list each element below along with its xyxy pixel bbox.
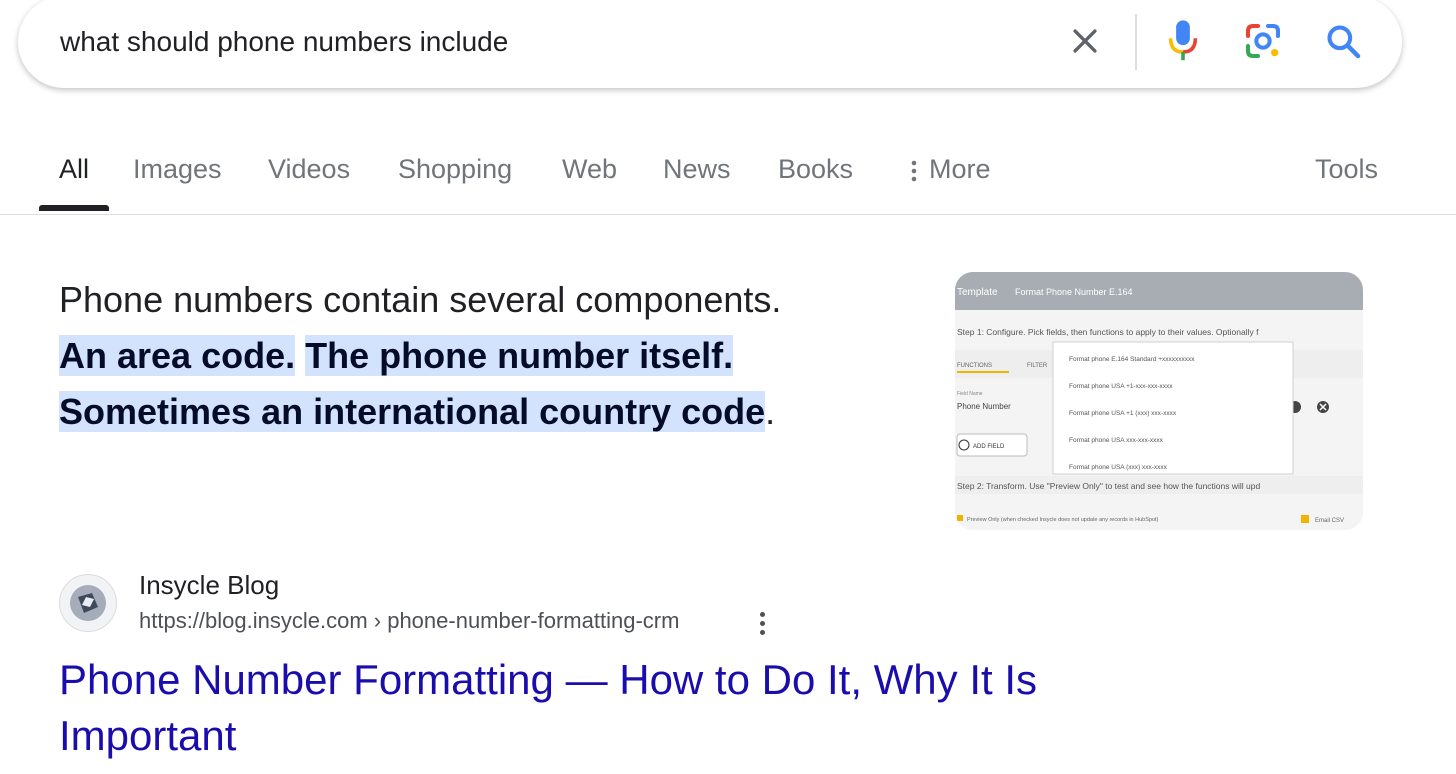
result-site-name[interactable]: Insycle Blog (139, 570, 279, 601)
answer-highlight-country-code-text: Sometimes an international country cod (59, 391, 746, 432)
search-icon[interactable] (1320, 18, 1366, 64)
tab-more-label: More (929, 154, 991, 184)
result-title-line-2: Important (59, 712, 237, 759)
lens-icon[interactable] (1240, 18, 1286, 64)
thumb-email-csv: Email CSV (1315, 518, 1344, 524)
microphone-icon[interactable] (1160, 18, 1206, 64)
thumb-menu-3: Format phone USA xxx-xxx-xxxx (1069, 437, 1164, 444)
featured-snippet-text: Phone numbers contain several components… (59, 272, 899, 440)
thumb-preview-note: Preview Only (when checked Insycle does … (967, 517, 1159, 523)
thumb-field-value: Phone Number (957, 402, 1011, 411)
answer-highlight-number: The phone number itself. (305, 335, 734, 376)
tab-images[interactable]: Images (133, 154, 222, 185)
answer-highlight-tail: e (745, 391, 766, 432)
answer-period: . (765, 391, 776, 432)
thumb-tab-filter: FILTER (1027, 363, 1048, 369)
search-bar[interactable]: what should phone numbers include (18, 0, 1402, 88)
thumb-step1: Step 1: Configure. Pick fields, then fun… (957, 327, 1259, 337)
result-url[interactable]: https://blog.insycle.com › phone-number-… (139, 608, 679, 634)
thumb-field-label: Field Name (957, 391, 983, 397)
search-divider (1135, 14, 1137, 70)
answer-highlight-area-code: An area code. (59, 335, 296, 376)
tab-all[interactable]: All (59, 154, 89, 185)
close-icon[interactable] (1062, 18, 1108, 64)
thumb-menu-4: Format phone USA (xxx) xxx-xxxx (1069, 464, 1168, 471)
answer-lead: Phone numbers contain several components… (59, 279, 782, 320)
tab-books[interactable]: Books (778, 154, 853, 185)
thumb-menu-0: Format phone E.164 Standard +xxxxxxxxxx (1069, 356, 1195, 363)
vertical-dots-icon (911, 160, 917, 182)
thumb-menu-1: Format phone USA +1-xxx-xxx-xxxx (1069, 383, 1173, 390)
tab-more[interactable]: More (911, 154, 991, 185)
result-more-options-icon[interactable] (750, 606, 774, 640)
tab-web[interactable]: Web (562, 154, 617, 185)
search-input[interactable]: what should phone numbers include (60, 26, 508, 58)
answer-highlight-country-code: Sometimes an international country code (59, 391, 766, 432)
tab-shopping[interactable]: Shopping (398, 154, 512, 185)
thumb-header-sub: Format Phone Number E.164 (1015, 287, 1133, 297)
tools-button[interactable]: Tools (1315, 154, 1378, 185)
tab-videos[interactable]: Videos (268, 154, 350, 185)
thumb-menu-2: Format phone USA +1 (xxx) xxx-xxxx (1069, 410, 1177, 417)
snippet-thumbnail-image[interactable]: Template Format Phone Number E.164 Step … (955, 272, 1363, 530)
active-tab-indicator (39, 205, 109, 211)
search-tabs: All Images Videos Shopping Web News Book… (0, 140, 1456, 215)
site-favicon (59, 574, 117, 632)
thumb-step2: Step 2: Transform. Use "Preview Only" to… (957, 481, 1260, 491)
tab-news[interactable]: News (663, 154, 731, 185)
thumb-tab-functions: FUNCTIONS (957, 363, 992, 369)
thumb-add-field: ADD FIELD (973, 444, 1005, 450)
result-title-line-1: Phone Number Formatting — How to Do It, … (59, 656, 1037, 703)
thumb-header-title: Template (957, 287, 998, 298)
result-title-link[interactable]: Phone Number Formatting — How to Do It, … (59, 652, 1159, 764)
